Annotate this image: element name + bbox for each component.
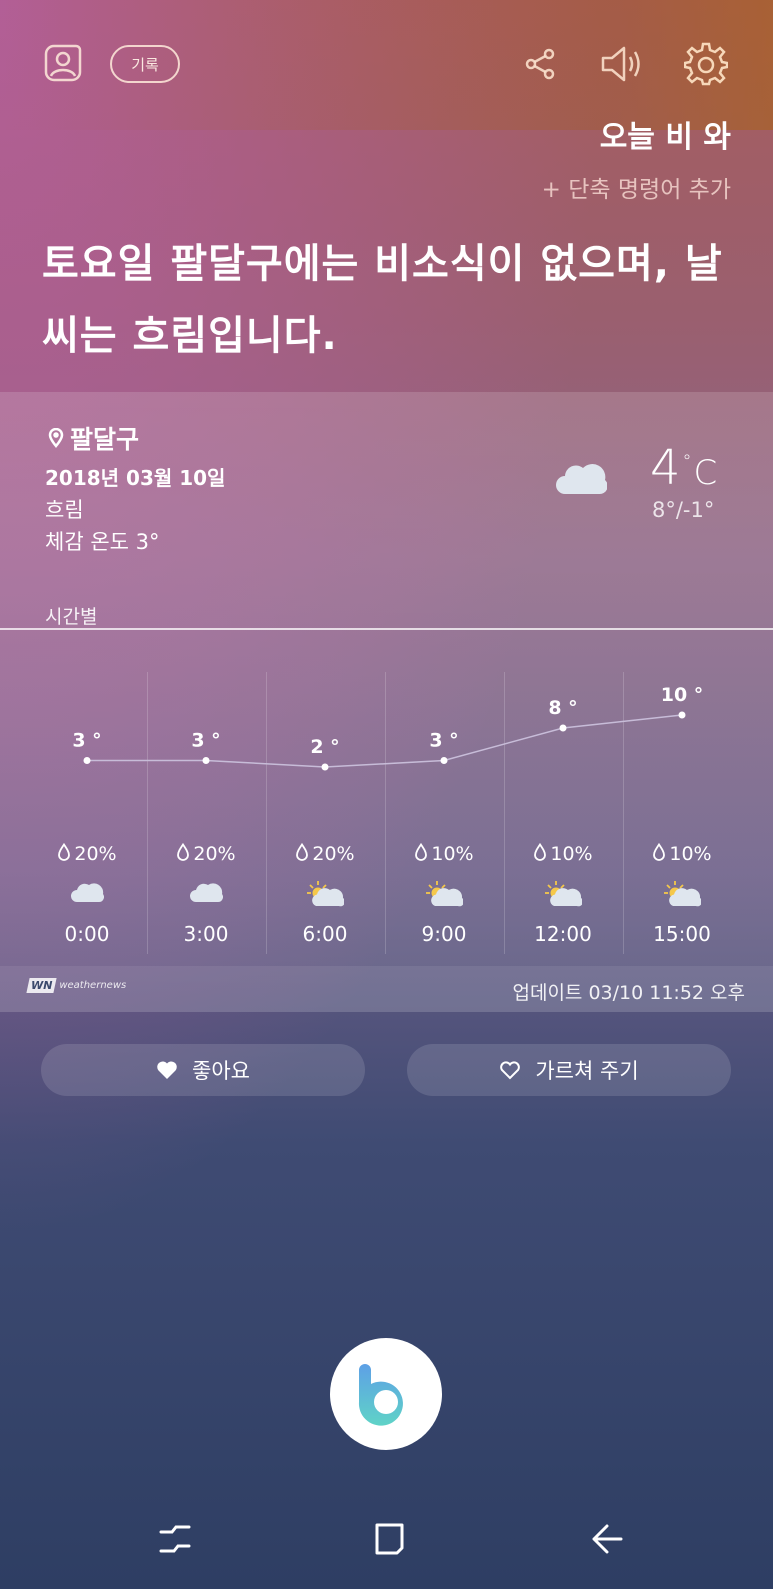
temperature-point — [83, 757, 91, 764]
current-temperature: 4 °C — [650, 440, 717, 496]
feels-like-temperature: 체감 온도 3° — [45, 530, 160, 554]
location: 팔달구 — [48, 420, 139, 456]
hour-label: 12:00 — [504, 922, 622, 946]
location-pin-icon — [48, 428, 64, 448]
rain-probability-text: 10% — [669, 843, 712, 865]
bixby-icon — [358, 1364, 403, 1426]
temperature-point — [440, 757, 448, 764]
degree-symbol: ° — [682, 451, 692, 472]
back-button[interactable] — [590, 1522, 624, 1560]
raindrop-icon — [653, 842, 666, 861]
raindrop-icon — [415, 842, 428, 861]
hour-label-text: 6:00 — [302, 922, 348, 946]
hour-label-text: 15:00 — [653, 922, 711, 946]
heart-outline-icon — [500, 1061, 521, 1080]
teach-button[interactable]: 가르쳐 주기 — [407, 1044, 731, 1096]
share-icon[interactable] — [522, 46, 558, 82]
hourly-temperature-chart: 3 ° 3 ° 2 ° 3 ° 8 ° 10 ° — [72, 684, 704, 771]
rain-probability: 10% — [504, 842, 622, 865]
weathernews-logo-text: weathernews — [59, 980, 127, 991]
bixby-voice-button[interactable] — [330, 1338, 442, 1450]
temperature-unit: C — [693, 453, 718, 493]
rain-probability-text: 20% — [74, 843, 117, 865]
rain-probability-text: 10% — [431, 843, 474, 865]
update-time: 업데이트 03/10 11:52 오후 — [512, 982, 745, 1004]
hour-label: 15:00 — [623, 922, 741, 946]
teach-label: 가르쳐 주기 — [535, 1059, 639, 1083]
hour-label-text: 0:00 — [64, 922, 110, 946]
temperature-label: 8 ° — [548, 697, 577, 719]
speaker-icon[interactable] — [600, 44, 646, 84]
location-name: 팔달구 — [70, 425, 140, 454]
raindrop-icon — [534, 842, 547, 861]
weathernews-logo[interactable]: WN weathernews — [26, 978, 127, 993]
hour-label-text: 9:00 — [421, 922, 467, 946]
temperature-label: 10 ° — [661, 684, 704, 706]
temperature-point — [321, 763, 329, 771]
temperature-label: 3 ° — [191, 730, 220, 752]
high-low-temperature: 8°/-1° — [652, 498, 715, 522]
rain-probability-text: 20% — [312, 843, 355, 865]
assistant-answer: 토요일 팔달구에는 비소식이 없으며, 날씨는 흐림입니다. — [42, 241, 723, 359]
home-button[interactable] — [372, 1522, 406, 1560]
temperature-series-line — [87, 714, 683, 768]
sun-cloud-icon — [504, 880, 622, 912]
weather-date: 2018년 03월 10일 — [45, 466, 226, 490]
hour-label: 3:00 — [147, 922, 265, 946]
rain-probability: 10% — [623, 842, 741, 865]
recent-apps-button[interactable] — [158, 1522, 192, 1560]
weathernews-logo-box: WN — [26, 978, 57, 993]
hour-label-text: 3:00 — [183, 922, 229, 946]
hour-label-text: 12:00 — [534, 922, 592, 946]
raindrop-icon — [177, 842, 190, 861]
profile-icon[interactable] — [42, 42, 84, 84]
rain-probability-text: 20% — [193, 843, 236, 865]
raindrop-icon — [58, 842, 71, 861]
history-button[interactable]: 기록 — [110, 45, 180, 83]
cloud-icon — [147, 880, 265, 908]
hour-label: 6:00 — [266, 922, 384, 946]
temperature-label: 2 ° — [310, 736, 339, 758]
temperature-label: 3 ° — [429, 730, 458, 752]
add-shortcut-command[interactable]: + 단축 명령어 추가 — [542, 170, 731, 204]
rain-probability-text: 10% — [550, 843, 593, 865]
temperature-value: 4 — [650, 440, 681, 496]
rain-probability: 20% — [147, 842, 265, 865]
divider — [0, 628, 773, 630]
home-icon — [375, 1523, 404, 1555]
rain-probability: 20% — [28, 842, 146, 865]
voice-query-text: 오늘 비 와 — [599, 120, 731, 155]
rain-probability: 10% — [385, 842, 503, 865]
raindrop-icon — [296, 842, 309, 861]
hour-label: 9:00 — [385, 922, 503, 946]
sun-cloud-icon — [623, 880, 741, 912]
cloud-icon — [555, 460, 608, 500]
temperature-label: 3 ° — [72, 730, 101, 752]
cloud-icon — [28, 880, 146, 908]
like-button[interactable]: 좋아요 — [41, 1044, 365, 1096]
temperature-point — [202, 757, 210, 764]
rain-probability: 20% — [266, 842, 384, 865]
like-label: 좋아요 — [192, 1059, 250, 1083]
sun-cloud-icon — [266, 880, 384, 912]
weather-condition: 흐림 — [45, 498, 84, 522]
hourly-label: 시간별 — [45, 606, 98, 628]
sun-cloud-icon — [385, 880, 503, 912]
temperature-point — [678, 711, 686, 719]
back-arrow-icon — [592, 1524, 623, 1554]
temperature-point — [559, 724, 567, 732]
gear-icon[interactable] — [684, 42, 728, 86]
recent-apps-icon — [159, 1525, 191, 1553]
hour-label: 0:00 — [28, 922, 146, 946]
heart-filled-icon — [157, 1061, 177, 1079]
